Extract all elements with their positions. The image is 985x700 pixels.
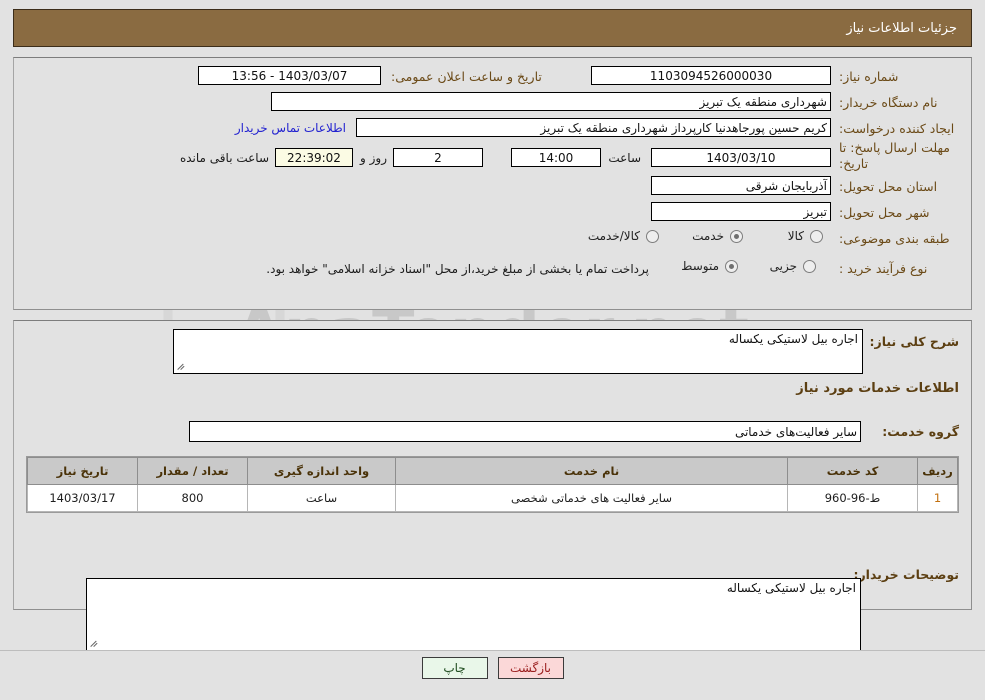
need-number-value[interactable]: 1103094526000030 xyxy=(591,66,831,85)
category-khedmat-radio[interactable] xyxy=(730,229,743,243)
table-header-row: ردیف کد خدمت نام خدمت واحد اندازه گیری ت… xyxy=(27,457,958,485)
delivery-province-value[interactable]: آذربایجان شرقی xyxy=(651,176,831,195)
category-kala-khedmat-label: کالا/خدمت xyxy=(587,229,640,243)
footer-button-bar: بازگشت چاپ xyxy=(0,657,985,679)
column-header-service-name: نام خدمت xyxy=(395,457,788,485)
category-kala-label: کالا xyxy=(787,229,804,243)
process-jozii-radio[interactable] xyxy=(803,259,816,273)
hour-label: ساعت xyxy=(608,151,641,165)
print-button[interactable]: چاپ xyxy=(421,657,488,679)
buyer-notes-text: اجاره بیل لاستیکی یکساله xyxy=(726,581,856,595)
deadline-date-value[interactable]: 1403/03/10 xyxy=(651,148,831,167)
countdown-timer-value: 22:39:02 xyxy=(275,148,353,167)
delivery-city-label: شهر محل تحویل: xyxy=(839,205,930,220)
buyer-notes-label: توضیحات خریدار: xyxy=(853,567,959,582)
payment-note-text: پرداخت تمام یا بخشی از مبلغ خرید،از محل … xyxy=(266,262,649,276)
cell-row-number: 1 xyxy=(917,484,958,512)
page-title: جزئیات اطلاعات نیاز xyxy=(846,20,957,36)
process-option-motavaset[interactable]: متوسط xyxy=(681,259,738,273)
announce-datetime-label: تاریخ و ساعت اعلان عمومی: xyxy=(391,69,542,84)
category-kala-radio[interactable] xyxy=(810,229,823,243)
purchase-process-label: نوع فرآیند خرید : xyxy=(839,261,928,276)
table-row: 1 ط-96-960 سایر فعالیت های خدماتی شخصی س… xyxy=(27,484,958,512)
cell-need-date: 1403/03/17 xyxy=(27,484,138,512)
column-header-row-number: ردیف xyxy=(917,457,958,485)
category-option-kala[interactable]: کالا xyxy=(788,229,823,243)
services-table-wrapper: ردیف کد خدمت نام خدمت واحد اندازه گیری ت… xyxy=(26,456,959,513)
response-deadline-label: مهلت ارسال پاسخ: تا تاریخ: xyxy=(839,140,950,171)
remaining-days-value[interactable]: 2 xyxy=(393,148,483,167)
buyer-contact-link[interactable]: اطلاعات تماس خریدار xyxy=(235,121,346,135)
category-option-khedmat[interactable]: خدمت xyxy=(692,229,743,243)
delivery-city-value[interactable]: تبریز xyxy=(651,202,831,221)
need-number-label: شماره نیاز: xyxy=(839,69,899,84)
announce-datetime-value[interactable]: 1403/03/07 - 13:56 xyxy=(198,66,381,85)
buyer-org-value[interactable]: شهرداری منطقه یک تبریز xyxy=(271,92,831,111)
buyer-org-label: نام دستگاه خریدار: xyxy=(839,95,938,110)
general-description-value[interactable]: اجاره بیل لاستیکی یکساله xyxy=(173,329,863,374)
resize-grip-icon[interactable] xyxy=(177,361,187,371)
page-root: جزئیات اطلاعات نیاز شماره نیاز: 11030945… xyxy=(0,9,985,679)
cell-service-code: ط-96-960 xyxy=(787,484,918,512)
request-creator-value[interactable]: کریم حسین پورجاهدنیا کارپرداز شهرداری من… xyxy=(356,118,831,137)
need-details-panel: شرح کلی نیاز: اجاره بیل لاستیکی یکساله ا… xyxy=(13,320,972,651)
process-motavaset-label: متوسط xyxy=(681,259,719,273)
category-khedmat-label: خدمت xyxy=(692,229,724,243)
general-description-label: شرح کلی نیاز: xyxy=(869,334,959,349)
footer-divider xyxy=(0,650,985,651)
category-option-kala-khedmat[interactable]: کالا/خدمت xyxy=(588,229,659,243)
days-word-label: روز و xyxy=(360,151,387,165)
request-creator-label: ایجاد کننده درخواست: xyxy=(839,121,955,136)
process-option-jozii[interactable]: جزیی xyxy=(770,259,816,273)
remaining-time-label: ساعت باقی مانده xyxy=(179,151,269,165)
cell-unit: ساعت xyxy=(247,484,396,512)
back-button[interactable]: بازگشت xyxy=(497,657,564,679)
service-group-label: گروه خدمت: xyxy=(882,424,959,439)
column-header-quantity: تعداد / مقدار xyxy=(137,457,248,485)
resize-grip-icon-2[interactable] xyxy=(90,638,100,648)
service-group-value[interactable]: سایر فعالیت‌های خدماتی xyxy=(189,421,861,442)
services-section-heading: اطلاعات خدمات مورد نیاز xyxy=(796,381,959,396)
deadline-hour-value[interactable]: 14:00 xyxy=(511,148,601,167)
general-description-text: اجاره بیل لاستیکی یکساله xyxy=(728,332,858,346)
services-table: ردیف کد خدمت نام خدمت واحد اندازه گیری ت… xyxy=(27,457,958,512)
delivery-province-label: استان محل تحویل: xyxy=(839,179,938,194)
column-header-unit: واحد اندازه گیری xyxy=(247,457,396,485)
subject-category-label: طبقه بندی موضوعی: xyxy=(839,231,950,246)
column-header-service-code: کد خدمت xyxy=(787,457,918,485)
need-summary-panel: شماره نیاز: 1103094526000030 تاریخ و ساع… xyxy=(13,57,972,310)
window-title-bar: جزئیات اطلاعات نیاز xyxy=(13,9,972,47)
category-kala-khedmat-radio[interactable] xyxy=(646,229,659,243)
cell-service-name: سایر فعالیت های خدماتی شخصی xyxy=(395,484,788,512)
column-header-need-date: تاریخ نیاز xyxy=(27,457,138,485)
buyer-notes-value[interactable]: اجاره بیل لاستیکی یکساله xyxy=(86,578,861,651)
process-jozii-label: جزیی xyxy=(769,259,797,273)
cell-quantity: 800 xyxy=(137,484,248,512)
process-motavaset-radio[interactable] xyxy=(725,259,738,273)
